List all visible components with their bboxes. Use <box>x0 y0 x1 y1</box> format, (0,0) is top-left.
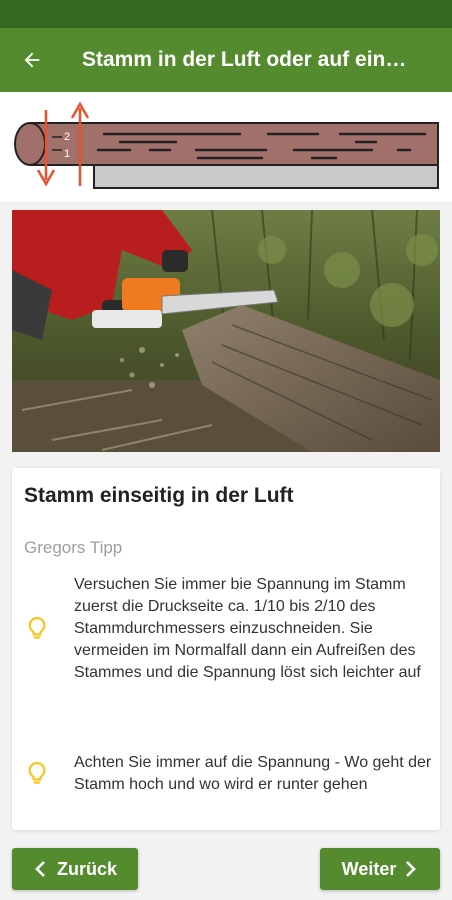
next-nav-button[interactable]: Weiter <box>320 848 440 890</box>
back-nav-button[interactable]: Zurück <box>12 848 138 890</box>
tip-text: Achten Sie immer auf die Spannung - Wo g… <box>74 754 432 793</box>
tip-item: Achten Sie immer auf die Spannung - Wo g… <box>24 752 434 796</box>
cut-label-1: 1 <box>64 148 70 160</box>
card-title: Stamm einseitig in der Luft <box>24 484 294 507</box>
tip-card: Stamm einseitig in der Luft Gregors Tipp… <box>12 468 440 830</box>
lightbulb-icon <box>24 616 50 642</box>
app-bar: Stamm in der Luft oder auf einer Unterla… <box>0 28 452 92</box>
status-bar <box>0 0 452 28</box>
chainsaw-cutting-photo <box>12 210 440 452</box>
cut-diagram: 2 1 <box>0 92 452 202</box>
log-end <box>14 122 46 166</box>
chevron-left-icon <box>35 861 45 877</box>
page-title: Stamm in der Luft oder auf einer Unterla… <box>82 48 416 71</box>
next-nav-label: Weiter <box>341 858 397 879</box>
tip-item: Versuchen Sie immer bie Spannung im Stam… <box>24 574 434 684</box>
support-block <box>93 163 439 189</box>
card-subtitle: Gregors Tipp <box>24 538 123 557</box>
back-button[interactable] <box>0 28 64 92</box>
chevron-right-icon <box>406 861 417 877</box>
tip-text: Versuchen Sie immer bie Spannung im Stam… <box>74 576 421 681</box>
lightbulb-icon <box>24 761 50 787</box>
cut-label-2: 2 <box>64 131 70 143</box>
back-nav-label: Zurück <box>56 858 117 879</box>
arrow-back-icon <box>24 52 40 68</box>
